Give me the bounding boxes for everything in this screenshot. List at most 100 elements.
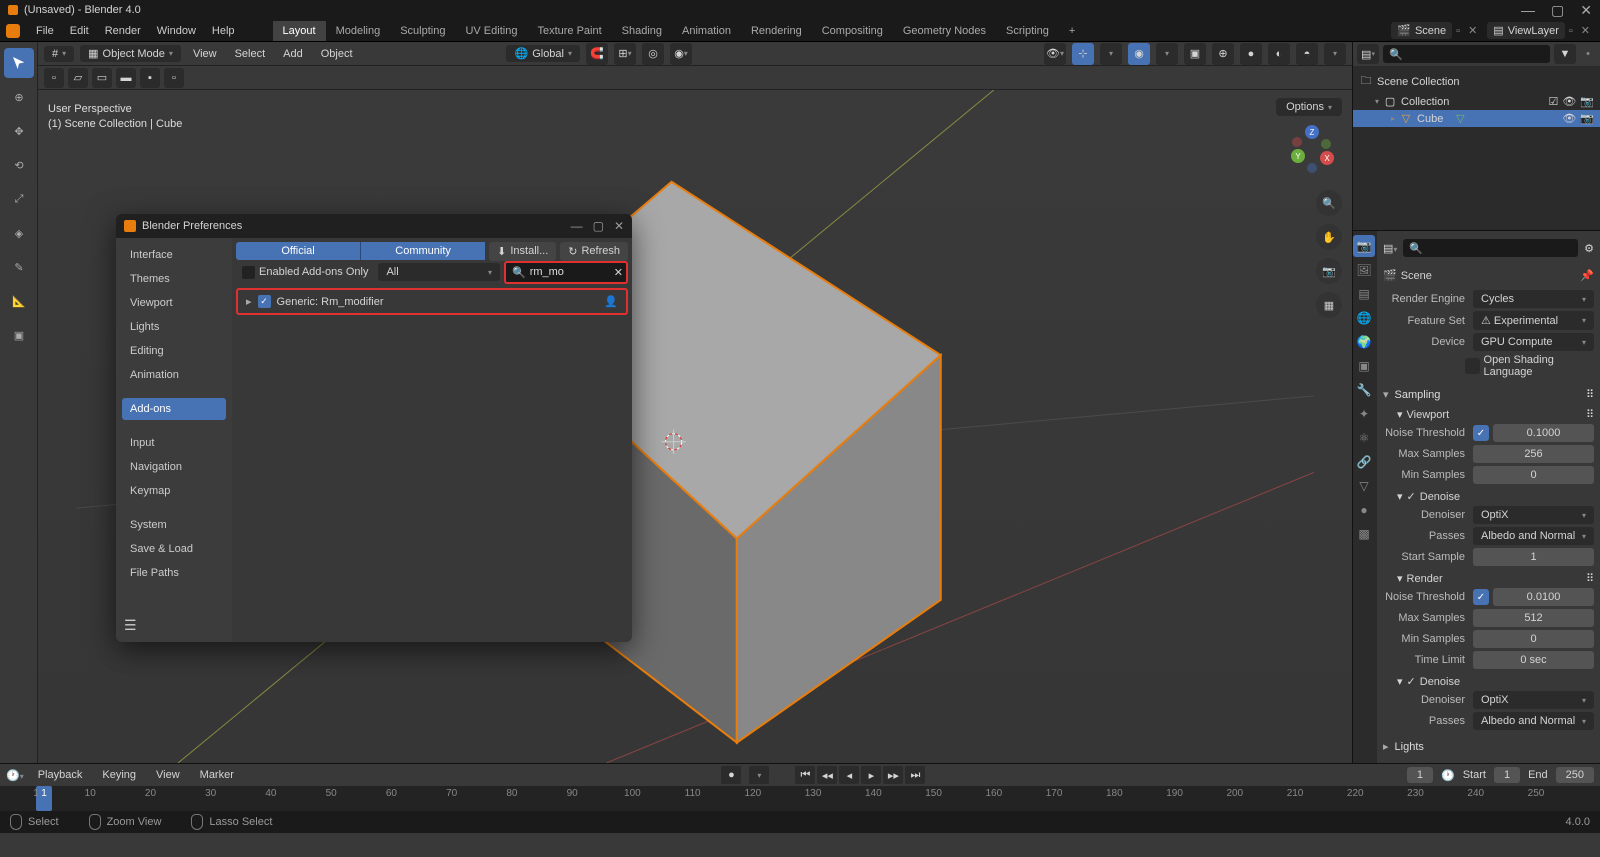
vp-noise-field[interactable]: 0.1000	[1493, 424, 1594, 442]
pin-icon[interactable]: 📌	[1580, 269, 1594, 282]
tl-playback[interactable]: Playback	[32, 767, 89, 783]
expand-icon[interactable]: ▸	[246, 295, 252, 308]
workspace-tab-layout[interactable]: Layout	[273, 21, 326, 41]
ptab-scene[interactable]: 🌐	[1353, 307, 1375, 329]
tool-transform[interactable]: ◈	[4, 218, 34, 248]
jump-end[interactable]: ⏭	[905, 766, 925, 784]
snap-edgecenter[interactable]: ▪	[140, 68, 160, 88]
gizmo-toggle[interactable]: ⊹	[1072, 43, 1094, 65]
prefs-refresh-button[interactable]: ↻Refresh	[560, 242, 628, 261]
visibility-toggle[interactable]: 👁▾	[1044, 43, 1066, 65]
osl-checkbox[interactable]	[1465, 358, 1479, 374]
jump-start[interactable]: ⏮	[795, 766, 815, 784]
delete-scene-button[interactable]: ✕	[1464, 24, 1481, 37]
tree-collection[interactable]: ▾ ▢ Collection ☑👁📷	[1353, 93, 1600, 110]
ptab-particle[interactable]: ✦	[1353, 403, 1375, 425]
shading-solid[interactable]: ●	[1240, 43, 1262, 65]
checkbox-icon[interactable]: ☑	[1548, 95, 1558, 108]
vp-menu-view[interactable]: View	[187, 46, 223, 62]
passes-select[interactable]: Albedo and Normal▾	[1473, 527, 1594, 545]
prefs-nav-animation[interactable]: Animation	[122, 364, 226, 386]
denoise-r-header[interactable]: ▾✓Denoise	[1383, 672, 1594, 691]
menu-render[interactable]: Render	[97, 23, 149, 39]
prefs-tab-community[interactable]: Community	[361, 242, 485, 260]
prefs-menu-button[interactable]: ☰	[124, 617, 137, 634]
prefs-tab-official[interactable]: Official	[236, 242, 361, 260]
props-type-icon[interactable]: ▤▾	[1383, 242, 1397, 255]
outliner-filter[interactable]: ▼	[1554, 44, 1576, 64]
tl-marker[interactable]: Marker	[194, 767, 240, 783]
snap-options[interactable]: ⊞▾	[614, 43, 636, 65]
ptab-viewlayer[interactable]: ▤	[1353, 283, 1375, 305]
workspace-tab-shading[interactable]: Shading	[612, 21, 672, 41]
vp-menu-add[interactable]: Add	[277, 46, 309, 62]
ptab-modifier[interactable]: 🔧	[1353, 379, 1375, 401]
denoise-vp-header[interactable]: ▾✓Denoise	[1383, 487, 1594, 506]
ptab-render[interactable]: 📷	[1353, 235, 1375, 257]
start-frame[interactable]: 1	[1494, 767, 1520, 783]
shading-wireframe[interactable]: ⊕	[1212, 43, 1234, 65]
tree-cube[interactable]: ▸ ▽ Cube ▽ 👁📷	[1353, 110, 1600, 127]
workspace-tab-compositing[interactable]: Compositing	[812, 21, 893, 41]
workspace-tab-scripting[interactable]: Scripting	[996, 21, 1059, 41]
overlay-options[interactable]: ▾	[1156, 43, 1178, 65]
prev-key[interactable]: ◂◂	[817, 766, 837, 784]
outliner-search[interactable]: 🔍	[1383, 45, 1550, 63]
r-min-field[interactable]: 0	[1473, 630, 1594, 648]
prefs-nav-navigation[interactable]: Navigation	[122, 456, 226, 478]
mode-selector[interactable]: ▦ Object Mode ▾	[80, 45, 181, 62]
category-select[interactable]: All▾	[378, 263, 500, 281]
ptab-object[interactable]: ▣	[1353, 355, 1375, 377]
shading-options[interactable]: ▾	[1324, 43, 1346, 65]
frame-sync-icon[interactable]: 🕐	[1441, 769, 1455, 782]
ptab-output[interactable]: 🖼	[1353, 259, 1375, 281]
prefs-nav-viewport[interactable]: Viewport	[122, 292, 226, 314]
perspective-icon[interactable]: ▦	[1316, 292, 1342, 318]
scene-selector[interactable]: 🎬 Scene	[1391, 22, 1452, 39]
prefs-nav-input[interactable]: Input	[122, 432, 226, 454]
overlay-toggle[interactable]: ◉	[1128, 43, 1150, 65]
editor-type-selector[interactable]: #▾	[44, 46, 74, 62]
ptab-material[interactable]: ●	[1353, 499, 1375, 521]
prefs-nav-lights[interactable]: Lights	[122, 316, 226, 338]
shading-rendered[interactable]: ◓	[1296, 43, 1318, 65]
workspace-tab-animation[interactable]: Animation	[672, 21, 741, 41]
render-engine-select[interactable]: Cycles▾	[1473, 290, 1594, 308]
prefs-titlebar[interactable]: Blender Preferences — ▢ ✕	[116, 214, 632, 238]
render-subheader[interactable]: ▾Render⠿	[1383, 569, 1594, 588]
prop-breadcrumb[interactable]: 🎬Scene📌	[1383, 265, 1594, 286]
addon-row[interactable]: ▸ ✓ Generic: Rm_modifier 👤	[236, 288, 628, 315]
workspace-tab-geometry-nodes[interactable]: Geometry Nodes	[893, 21, 996, 41]
tree-scene-collection[interactable]: 🗀 Scene Collection	[1353, 70, 1600, 93]
timeline-type[interactable]: 🕐▾	[6, 769, 24, 782]
new-scene-button[interactable]: ▫	[1452, 25, 1464, 37]
workspace-tab-rendering[interactable]: Rendering	[741, 21, 812, 41]
menu-help[interactable]: Help	[204, 23, 243, 39]
r-noise-field[interactable]: 0.0100	[1493, 588, 1594, 606]
r-max-field[interactable]: 512	[1473, 609, 1594, 627]
prefs-nav-keymap[interactable]: Keymap	[122, 480, 226, 502]
tool-move[interactable]: ✥	[4, 116, 34, 146]
end-frame[interactable]: 250	[1556, 767, 1594, 783]
ptab-world[interactable]: 🌍	[1353, 331, 1375, 353]
xray-toggle[interactable]: ▣	[1184, 43, 1206, 65]
r-passes-select[interactable]: Albedo and Normal▾	[1473, 712, 1594, 730]
proportional-options[interactable]: ◉▾	[670, 43, 692, 65]
nav-gizmo[interactable]: X Y Z	[1282, 120, 1342, 180]
outliner-type[interactable]: ▤▾	[1357, 44, 1379, 64]
tool-rotate[interactable]: ⟲	[4, 150, 34, 180]
noise-thr-checkbox[interactable]: ✓	[1473, 425, 1489, 441]
feature-set-select[interactable]: ⚠ Experimental▾	[1473, 311, 1594, 330]
snap-edge[interactable]: ▱	[68, 68, 88, 88]
workspace-tab-uv-editing[interactable]: UV Editing	[455, 21, 527, 41]
menu-window[interactable]: Window	[149, 23, 204, 39]
viewport-subheader[interactable]: ▾Viewport⠿	[1383, 405, 1594, 424]
ptab-texture[interactable]: ▩	[1353, 523, 1375, 545]
tool-annotate[interactable]: ✎	[4, 252, 34, 282]
minimize-button[interactable]: —	[1521, 2, 1535, 19]
prefs-nav-editing[interactable]: Editing	[122, 340, 226, 362]
tool-scale[interactable]: ⤢	[4, 184, 34, 214]
ptab-data[interactable]: ▽	[1353, 475, 1375, 497]
r-noise-checkbox[interactable]: ✓	[1473, 589, 1489, 605]
play[interactable]: ▸	[861, 766, 881, 784]
